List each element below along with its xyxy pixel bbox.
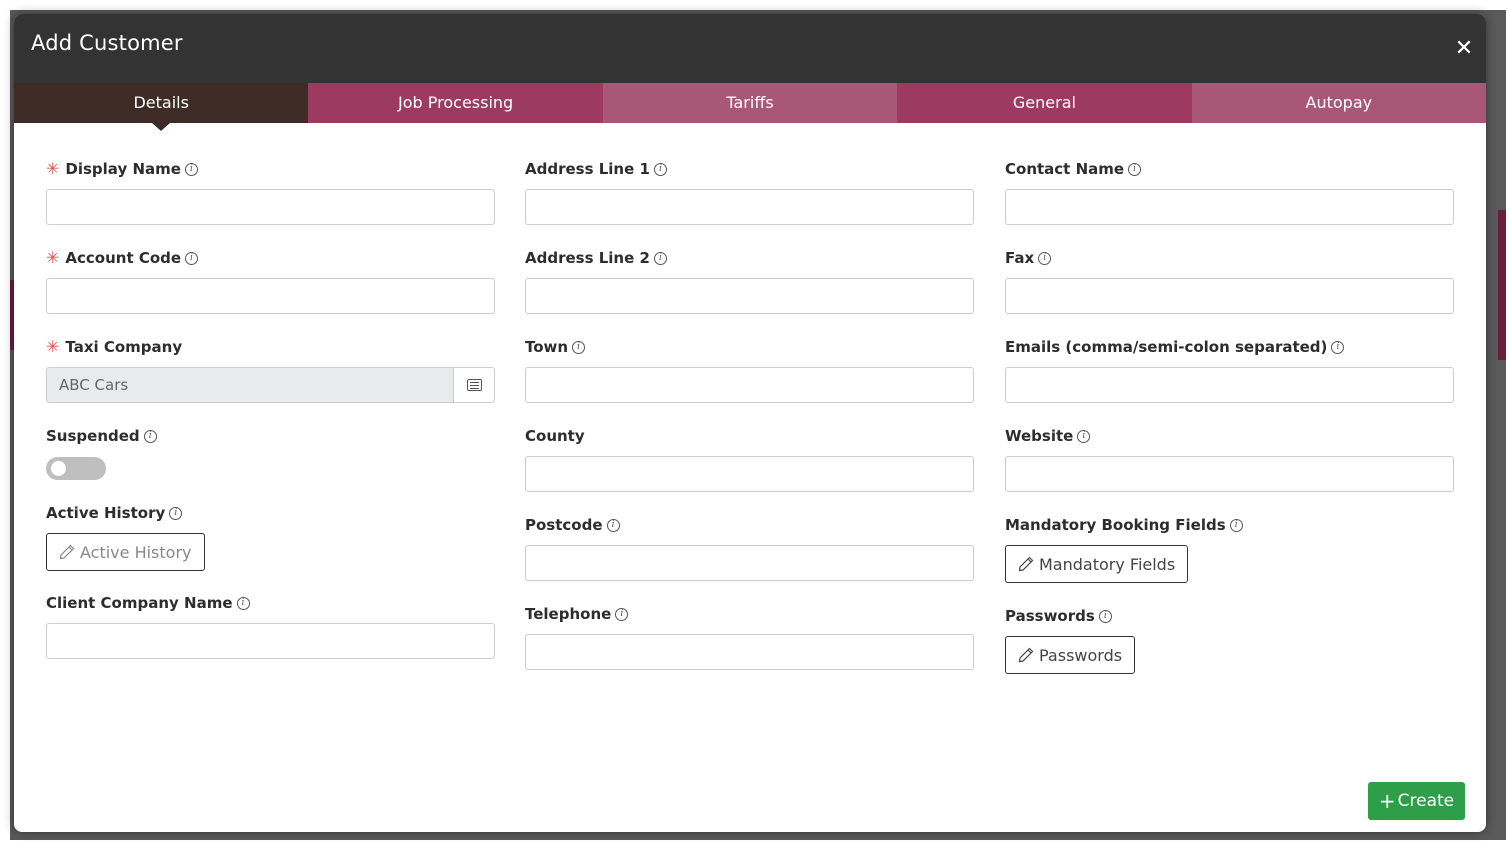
add-customer-modal: Add Customer ✕ Details Job Processing Ta… [14, 14, 1486, 832]
telephone-label: Telephone [525, 605, 612, 623]
info-icon[interactable]: i [143, 429, 157, 443]
info-icon[interactable]: i [1128, 162, 1142, 176]
emails-label: Emails (comma/semi-colon separated) [1005, 338, 1328, 356]
required-asterisk-icon: ✳ [46, 337, 60, 356]
active-history-field: Active History i Active History [46, 503, 496, 571]
tab-details[interactable]: Details [14, 83, 309, 131]
emails-input[interactable] [1005, 367, 1454, 403]
display-name-label: Display Name [65, 160, 181, 178]
info-icon[interactable]: i [615, 607, 629, 621]
suspended-label: Suspended [46, 427, 140, 445]
active-history-label: Active History [46, 504, 166, 522]
mandatory-fields-button[interactable]: Mandatory Fields [1005, 545, 1189, 583]
client-company-name-field: Client Company Name i [46, 593, 496, 659]
modal-header: Add Customer ✕ [14, 14, 1486, 83]
account-code-field: ✳ Account Code i [46, 248, 496, 314]
info-icon[interactable]: i [184, 162, 198, 176]
website-field: Website i [1005, 426, 1455, 492]
list-icon [466, 379, 482, 391]
plus-icon: + [1378, 789, 1396, 813]
mandatory-booking-fields-field: Mandatory Booking Fields i Mandatory Fiel… [1005, 515, 1455, 583]
county-label: County [525, 427, 585, 445]
create-button[interactable]: + Create [1368, 782, 1465, 820]
mandatory-booking-fields-label: Mandatory Booking Fields [1005, 516, 1226, 534]
contact-name-input[interactable] [1005, 189, 1454, 225]
info-icon[interactable]: i [653, 162, 667, 176]
modal-title: Add Customer [31, 31, 183, 55]
fax-label: Fax [1005, 249, 1035, 267]
tab-tariffs[interactable]: Tariffs [602, 83, 898, 123]
postcode-label: Postcode [525, 516, 603, 534]
postcode-field: Postcode i [525, 515, 975, 581]
info-icon[interactable]: i [236, 596, 250, 610]
telephone-input[interactable] [525, 634, 974, 670]
address-line-2-label: Address Line 2 [525, 249, 650, 267]
client-company-name-label: Client Company Name [46, 594, 233, 612]
town-label: Town [525, 338, 569, 356]
info-icon[interactable]: i [1331, 340, 1345, 354]
info-icon[interactable]: i [572, 340, 586, 354]
passwords-label: Passwords [1005, 607, 1095, 625]
info-icon[interactable]: i [606, 518, 620, 532]
postcode-input[interactable] [525, 545, 974, 581]
passwords-button[interactable]: Passwords [1005, 636, 1136, 674]
passwords-field: Passwords i Passwords [1005, 606, 1455, 674]
info-icon[interactable]: i [1098, 609, 1112, 623]
taxi-company-label: Taxi Company [65, 338, 183, 356]
toggle-knob [51, 461, 66, 476]
county-field: County [525, 426, 975, 492]
fax-field: Fax i [1005, 248, 1455, 314]
info-icon[interactable]: i [185, 251, 199, 265]
display-name-input[interactable] [46, 189, 495, 225]
tab-bar: Details Job Processing Tariffs General A… [14, 83, 1486, 131]
active-history-button[interactable]: Active History [46, 533, 205, 571]
town-input[interactable] [525, 367, 974, 403]
required-asterisk-icon: ✳ [46, 159, 60, 178]
tab-autopay[interactable]: Autopay [1191, 83, 1486, 123]
background-stripe [1498, 210, 1506, 360]
tab-job-processing[interactable]: Job Processing [308, 83, 603, 123]
emails-field: Emails (comma/semi-colon separated) i [1005, 337, 1455, 403]
telephone-field: Telephone i [525, 604, 975, 670]
address-line-2-input[interactable] [525, 278, 974, 314]
pencil-icon [59, 544, 75, 560]
suspended-toggle[interactable] [46, 457, 106, 480]
info-icon[interactable]: i [1229, 518, 1243, 532]
info-icon[interactable]: i [169, 506, 183, 520]
suspended-field: Suspended i [46, 426, 496, 480]
address-line-1-label: Address Line 1 [525, 160, 650, 178]
info-icon[interactable]: i [1077, 429, 1091, 443]
fax-input[interactable] [1005, 278, 1454, 314]
address-line-2-field: Address Line 2i [525, 248, 975, 314]
county-input[interactable] [525, 456, 974, 492]
taxi-company-picker-button[interactable] [453, 367, 495, 403]
pencil-icon [1018, 647, 1034, 663]
required-asterisk-icon: ✳ [46, 248, 60, 267]
pencil-icon [1018, 556, 1034, 572]
account-code-input[interactable] [46, 278, 495, 314]
info-icon[interactable]: i [653, 251, 667, 265]
address-line-1-field: Address Line 1i [525, 159, 975, 225]
taxi-company-field: ✳ Taxi Company [46, 337, 496, 403]
website-input[interactable] [1005, 456, 1454, 492]
tab-general[interactable]: General [897, 83, 1192, 123]
info-icon[interactable]: i [1038, 251, 1052, 265]
website-label: Website [1005, 427, 1074, 445]
contact-name-field: Contact Name i [1005, 159, 1455, 225]
town-field: Town i [525, 337, 975, 403]
address-line-1-input[interactable] [525, 189, 974, 225]
contact-name-label: Contact Name [1005, 160, 1125, 178]
account-code-label: Account Code [65, 249, 182, 267]
taxi-company-input[interactable] [46, 367, 454, 403]
display-name-field: ✳ Display Name i [46, 159, 496, 225]
close-icon[interactable]: ✕ [1454, 38, 1474, 60]
client-company-name-input[interactable] [46, 623, 495, 659]
